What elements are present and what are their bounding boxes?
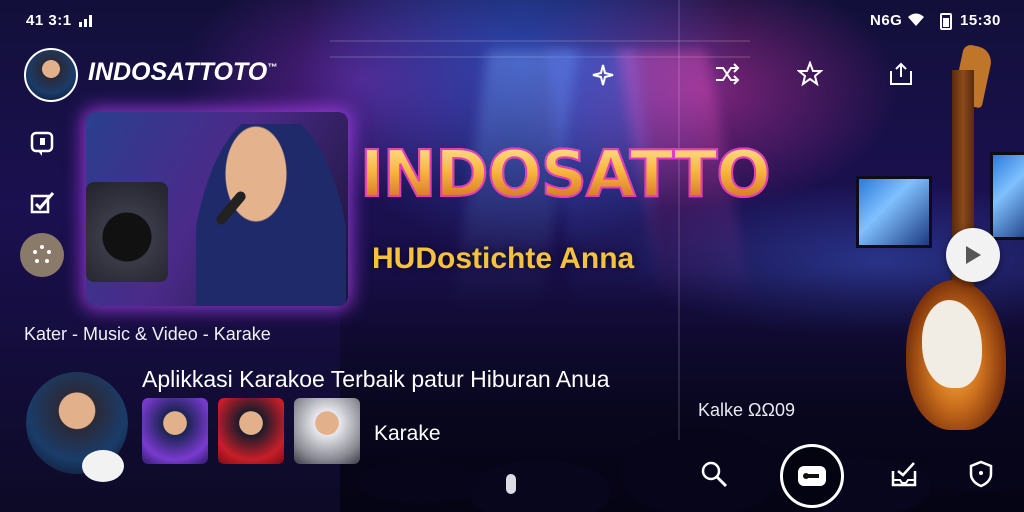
singer-thumb[interactable] <box>294 398 360 464</box>
karaoke-fab-button[interactable] <box>780 444 844 508</box>
panel-divider <box>678 0 680 440</box>
status-time-left: 41 3:1 <box>26 12 72 29</box>
shuffle-icon[interactable] <box>712 60 742 88</box>
star-icon[interactable] <box>795 60 825 88</box>
inbox-icon[interactable] <box>888 458 920 490</box>
play-button[interactable] <box>946 228 1000 282</box>
category-line: Kater - Music & Video - Karake <box>24 324 271 344</box>
app-name: INDOSATTOTO <box>88 58 268 86</box>
row-label: Karake <box>374 422 441 445</box>
tv-screen <box>990 152 1024 240</box>
battery-icon <box>940 12 952 30</box>
banner-logo: INDOSATTO <box>359 137 772 213</box>
loading-icon[interactable] <box>20 233 64 277</box>
tv-screen <box>856 176 932 248</box>
search-icon[interactable] <box>698 458 730 490</box>
status-network: N6G <box>870 12 903 29</box>
wifi-icon <box>906 12 926 28</box>
singer-thumb[interactable] <box>218 398 284 464</box>
status-time-right: 15:30 <box>960 12 1001 29</box>
speaker-image <box>86 182 168 282</box>
banner-tagline: HUDostichte Anna <box>372 242 635 275</box>
right-panel-caption: Kalke ΩΩ09 <box>698 400 795 420</box>
singer-thumb[interactable] <box>142 398 208 464</box>
headline: Aplikkasi Karakoe Terbaik patur Hiburan … <box>142 366 610 392</box>
share-icon[interactable] <box>886 60 916 88</box>
sparkle-icon[interactable] <box>590 62 616 88</box>
trademark: ™ <box>267 62 278 74</box>
profile-avatar[interactable] <box>24 48 78 102</box>
sticker-badge <box>82 450 124 482</box>
shield-icon[interactable] <box>966 458 996 490</box>
featured-video-card[interactable] <box>86 112 348 306</box>
app-screen: 41 3:1 N6G 15:30 INDOSATTOTO™ INDOSATTO … <box>0 0 1024 512</box>
chat-icon[interactable] <box>20 122 64 166</box>
edit-check-icon[interactable] <box>20 180 64 224</box>
play-icon <box>966 246 981 264</box>
home-indicator[interactable] <box>506 474 516 494</box>
app-title: INDOSATTOTO™ <box>88 58 277 87</box>
signal-icon <box>78 12 94 28</box>
karaoke-icon <box>798 466 826 486</box>
